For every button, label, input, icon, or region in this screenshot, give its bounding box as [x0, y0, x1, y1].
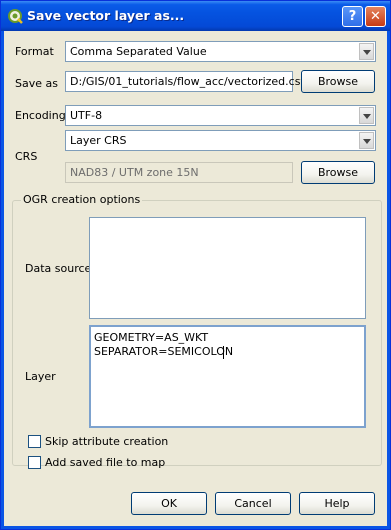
- crs-mode-value: Layer CRS: [70, 134, 127, 147]
- close-button[interactable]: ✕: [365, 6, 386, 27]
- encoding-combobox[interactable]: UTF-8: [65, 105, 376, 126]
- layer-option-line: SEPARATOR=SEMICOLON: [94, 345, 234, 358]
- chevron-down-icon[interactable]: [359, 107, 374, 124]
- ogr-group-title: OGR creation options: [21, 193, 143, 206]
- skip-attribute-checkbox[interactable]: [28, 435, 41, 448]
- format-label: Format: [15, 45, 54, 58]
- add-to-map-checkbox[interactable]: [28, 456, 41, 469]
- data-source-label: Data source: [25, 262, 92, 275]
- format-value: Comma Separated Value: [70, 45, 207, 58]
- text-caret: [223, 346, 224, 359]
- save-as-value: D:/GIS/01_tutorials/flow_acc/vectorized.…: [70, 75, 307, 88]
- title-bar[interactable]: Save vector layer as... ? ✕: [1, 1, 390, 31]
- help-title-button[interactable]: ?: [342, 6, 363, 27]
- layer-option-line: GEOMETRY=AS_WKT: [94, 331, 209, 344]
- crs-browse-button[interactable]: Browse: [301, 161, 375, 184]
- window-title: Save vector layer as...: [27, 8, 185, 23]
- chevron-down-icon[interactable]: [359, 43, 374, 60]
- encoding-value: UTF-8: [70, 109, 103, 122]
- layer-textarea[interactable]: GEOMETRY=AS_WKT SEPARATOR=SEMICOLON: [89, 325, 366, 428]
- crs-name-field: NAD83 / UTM zone 15N: [65, 162, 293, 183]
- qgis-logo-icon: [8, 9, 23, 24]
- save-as-label: Save as: [15, 77, 58, 90]
- dialog-body: Format Comma Separated Value Save as D:/…: [4, 31, 387, 526]
- chevron-down-icon[interactable]: [359, 132, 374, 149]
- help-button[interactable]: Help: [299, 492, 375, 515]
- crs-label: CRS: [15, 150, 38, 163]
- dialog-window: Save vector layer as... ? ✕ Format Comma…: [0, 0, 391, 530]
- encoding-label: Encoding: [15, 109, 66, 122]
- crs-mode-combobox[interactable]: Layer CRS: [65, 130, 376, 151]
- skip-attribute-label[interactable]: Skip attribute creation: [45, 435, 168, 448]
- browse-button[interactable]: Browse: [301, 70, 375, 93]
- cancel-button[interactable]: Cancel: [215, 492, 291, 515]
- ok-button[interactable]: OK: [131, 492, 207, 515]
- save-as-input[interactable]: D:/GIS/01_tutorials/flow_acc/vectorized.…: [65, 71, 307, 92]
- format-combobox[interactable]: Comma Separated Value: [65, 41, 376, 62]
- data-source-textarea[interactable]: [89, 217, 366, 319]
- crs-name-value: NAD83 / UTM zone 15N: [70, 166, 199, 179]
- add-to-map-label[interactable]: Add saved file to map: [45, 456, 165, 469]
- layer-label: Layer: [25, 370, 56, 383]
